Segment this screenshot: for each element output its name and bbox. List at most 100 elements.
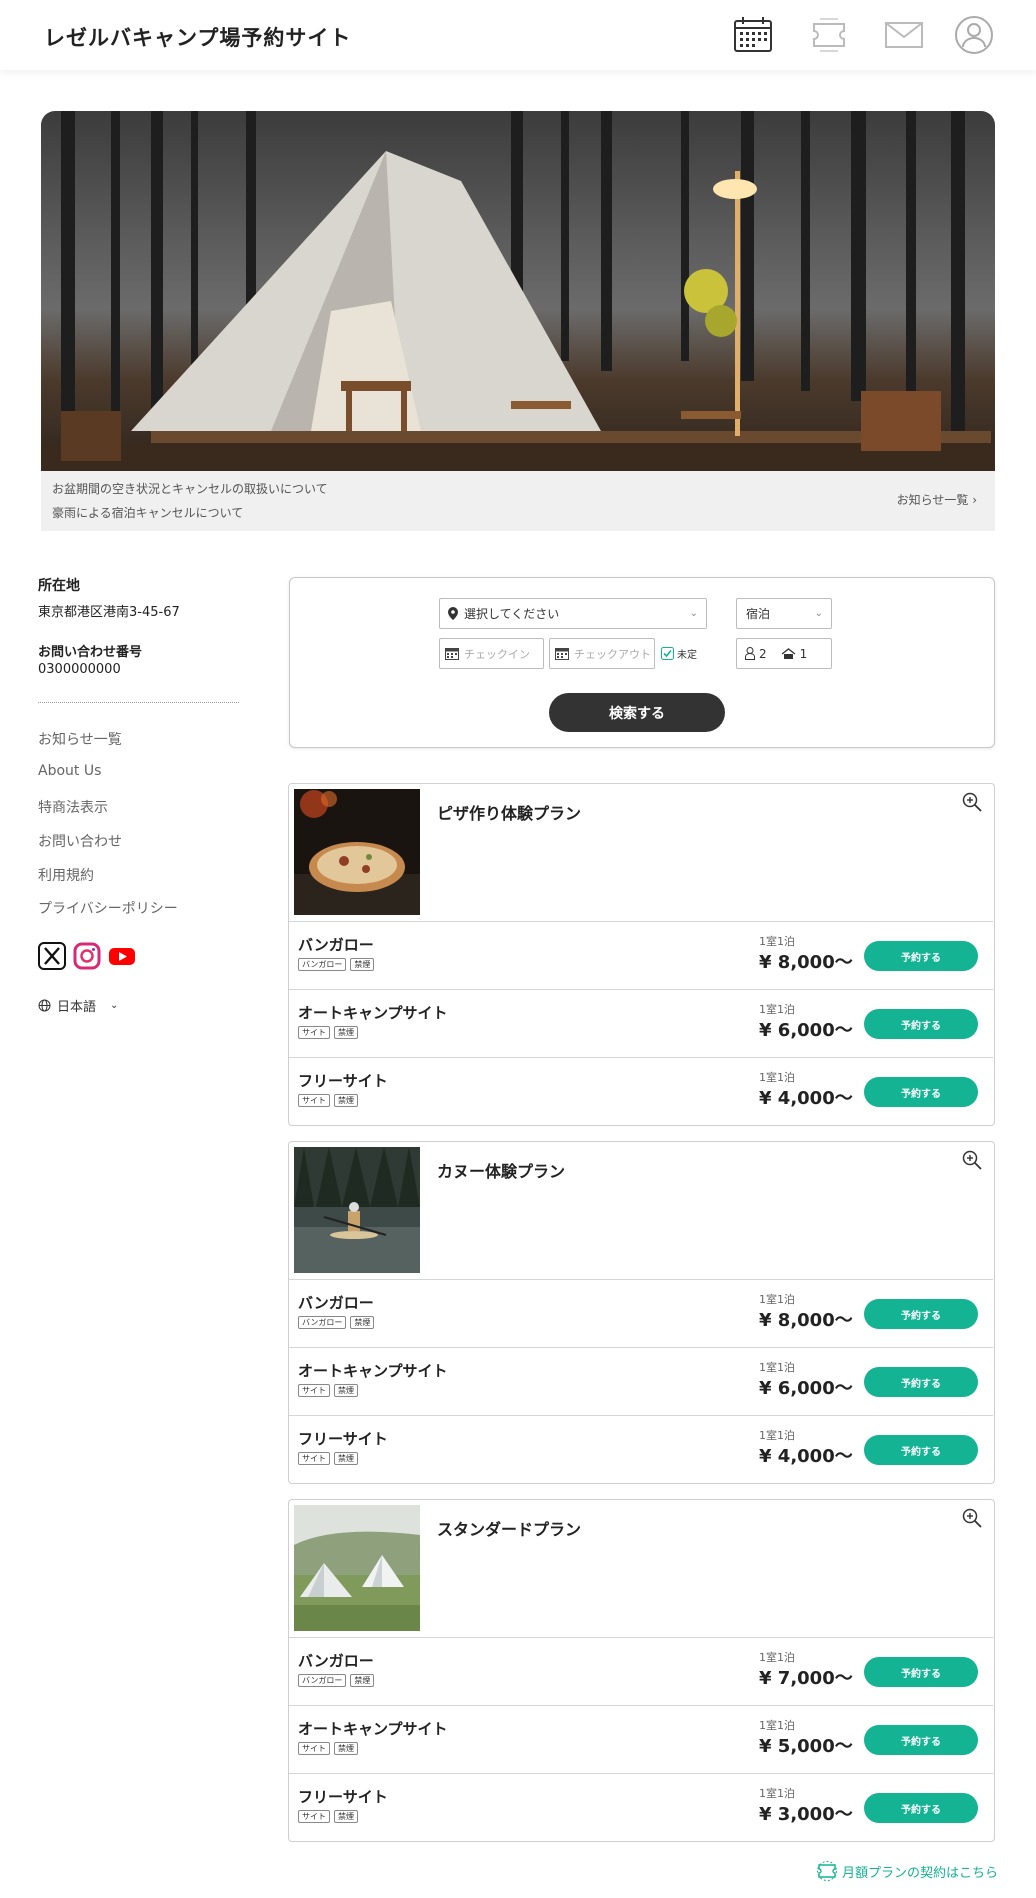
room-tag: 禁煙	[334, 1810, 358, 1823]
room-price: ¥ 7,000〜	[759, 1668, 853, 1689]
plan-card: スタンダードプラン バンガロー バンガロー 禁煙 1室1泊 ¥ 7,000〜 予約…	[288, 1499, 995, 1842]
news-item[interactable]: お盆期間の空き状況とキャンセルの取扱いについて	[52, 480, 328, 497]
language-selector[interactable]: 日本語 ⌄	[38, 996, 118, 1015]
room-tag: 禁煙	[350, 958, 375, 971]
room-tag: 禁煙	[334, 1094, 358, 1107]
address-label: 所在地	[38, 578, 80, 594]
plan-image	[294, 789, 420, 915]
room-tag: 禁煙	[350, 1674, 375, 1687]
checkin-field[interactable]: チェックイン	[439, 638, 544, 669]
zoom-in-icon[interactable]	[962, 1150, 982, 1170]
sidebar-divider	[38, 702, 239, 703]
room-name: オートキャンプサイト	[298, 1004, 448, 1022]
room-tag: サイト	[298, 1094, 330, 1107]
per-night-label: 1室1泊	[759, 1429, 795, 1442]
reserve-button[interactable]: 予約する	[864, 1367, 978, 1397]
room-name: フリーサイト	[298, 1430, 388, 1448]
person-icon	[745, 647, 755, 660]
plan-image	[294, 1505, 420, 1631]
room-tag: サイト	[298, 1452, 330, 1465]
room-row: バンガロー バンガロー 禁煙 1室1泊 ¥ 8,000〜 予約する	[289, 1279, 993, 1347]
youtube-icon[interactable]	[108, 942, 136, 970]
sidebar-link-news[interactable]: お知らせ一覧	[38, 729, 122, 749]
reserve-button[interactable]: 予約する	[864, 1435, 978, 1465]
room-name: フリーサイト	[298, 1072, 388, 1090]
phone-text: 0300000000	[38, 662, 121, 677]
room-row: オートキャンプサイト サイト 禁煙 1室1泊 ¥ 6,000〜 予約する	[289, 1347, 993, 1415]
room-tag: サイト	[298, 1742, 330, 1755]
stay-type-select[interactable]: 宿泊 ⌄	[736, 598, 832, 629]
room-tag: 禁煙	[350, 1316, 375, 1329]
room-price: ¥ 4,000〜	[759, 1088, 853, 1109]
room-name: オートキャンプサイト	[298, 1720, 448, 1738]
search-button[interactable]: 検索する	[549, 693, 725, 732]
reserve-button[interactable]: 予約する	[864, 1725, 978, 1755]
phone-label: お問い合わせ番号	[38, 645, 143, 660]
guests-field[interactable]: 2 1	[736, 638, 832, 669]
reserve-button[interactable]: 予約する	[864, 1299, 978, 1329]
reserve-button[interactable]: 予約する	[864, 1077, 978, 1107]
zoom-in-icon[interactable]	[962, 792, 982, 812]
room-icon	[781, 647, 796, 659]
plan-title[interactable]: カヌー体験プラン	[437, 1158, 565, 1182]
chevron-down-icon: ⌄	[689, 608, 698, 619]
checkin-placeholder: チェックイン	[464, 647, 530, 661]
x-icon[interactable]	[38, 942, 66, 970]
news-item[interactable]: 豪雨による宿泊キャンセルについて	[52, 504, 243, 521]
room-row: フリーサイト サイト 禁煙 1室1泊 ¥ 4,000〜 予約する	[289, 1057, 993, 1125]
room-tag: 禁煙	[334, 1384, 358, 1397]
hero-image	[41, 111, 995, 471]
sidebar-link-terms[interactable]: 利用規約	[38, 865, 94, 885]
room-tag: サイト	[298, 1026, 330, 1039]
undecided-checkbox[interactable]: 未定	[661, 646, 697, 661]
ticket-icon[interactable]	[808, 14, 850, 56]
instagram-icon[interactable]	[73, 942, 101, 970]
per-night-label: 1室1泊	[759, 1293, 795, 1306]
plan-card: ピザ作り体験プラン バンガロー バンガロー 禁煙 1室1泊 ¥ 8,000〜 予約…	[288, 783, 995, 1126]
room-name: バンガロー	[298, 936, 374, 954]
location-select-label: 選択してください	[464, 607, 560, 621]
reserve-button[interactable]: 予約する	[864, 941, 978, 971]
calendar-icon	[555, 648, 569, 660]
room-price: ¥ 6,000〜	[759, 1378, 853, 1399]
plan-title[interactable]: ピザ作り体験プラン	[437, 800, 581, 824]
room-price: ¥ 8,000〜	[759, 952, 853, 973]
reserve-button[interactable]: 予約する	[864, 1657, 978, 1687]
room-tag: バンガロー	[298, 958, 347, 971]
location-select[interactable]: 選択してください ⌄	[439, 598, 707, 629]
chevron-down-icon: ⌄	[110, 1000, 119, 1011]
monthly-plan-label: 月額プランの契約はこちら	[841, 1865, 998, 1881]
sidebar-link-about[interactable]: About Us	[38, 763, 101, 779]
per-night-label: 1室1泊	[759, 1071, 795, 1084]
plan-title[interactable]: スタンダードプラン	[437, 1516, 581, 1540]
plan-image	[294, 1147, 420, 1273]
room-name: フリーサイト	[298, 1788, 388, 1806]
sidebar-link-privacy[interactable]: プライバシーポリシー	[38, 898, 178, 918]
site-title[interactable]: レゼルバキャンプ場予約サイト	[44, 22, 351, 52]
room-row: バンガロー バンガロー 禁煙 1室1泊 ¥ 8,000〜 予約する	[289, 921, 993, 989]
reserve-button[interactable]: 予約する	[864, 1793, 978, 1823]
room-tag: 禁煙	[334, 1452, 358, 1465]
per-night-label: 1室1泊	[759, 1719, 795, 1732]
room-price: ¥ 6,000〜	[759, 1020, 853, 1041]
per-night-label: 1室1泊	[759, 935, 795, 948]
mail-icon[interactable]	[883, 14, 925, 56]
monthly-plan-link[interactable]: 月額プランの契約はこちら	[816, 1860, 998, 1882]
room-price: ¥ 5,000〜	[759, 1736, 853, 1757]
user-icon[interactable]	[953, 14, 995, 56]
checkout-field[interactable]: チェックアウト	[549, 638, 655, 669]
sidebar-link-contact[interactable]: お問い合わせ	[38, 831, 122, 851]
checkout-placeholder: チェックアウト	[574, 647, 651, 661]
zoom-in-icon[interactable]	[962, 1508, 982, 1528]
news-all-link[interactable]: お知らせ一覧 ›	[897, 491, 977, 508]
per-night-label: 1室1泊	[759, 1651, 795, 1664]
reserve-button[interactable]: 予約する	[864, 1009, 978, 1039]
rooms-count: 1	[799, 646, 808, 661]
checkbox-icon	[661, 647, 674, 660]
room-row: バンガロー バンガロー 禁煙 1室1泊 ¥ 7,000〜 予約する	[289, 1637, 993, 1705]
sidebar-link-legal[interactable]: 特商法表示	[38, 797, 108, 817]
calendar-icon[interactable]	[732, 14, 774, 56]
room-name: バンガロー	[298, 1652, 374, 1670]
site-header: レゼルバキャンプ場予約サイト	[0, 0, 1036, 70]
room-tag: バンガロー	[298, 1316, 347, 1329]
